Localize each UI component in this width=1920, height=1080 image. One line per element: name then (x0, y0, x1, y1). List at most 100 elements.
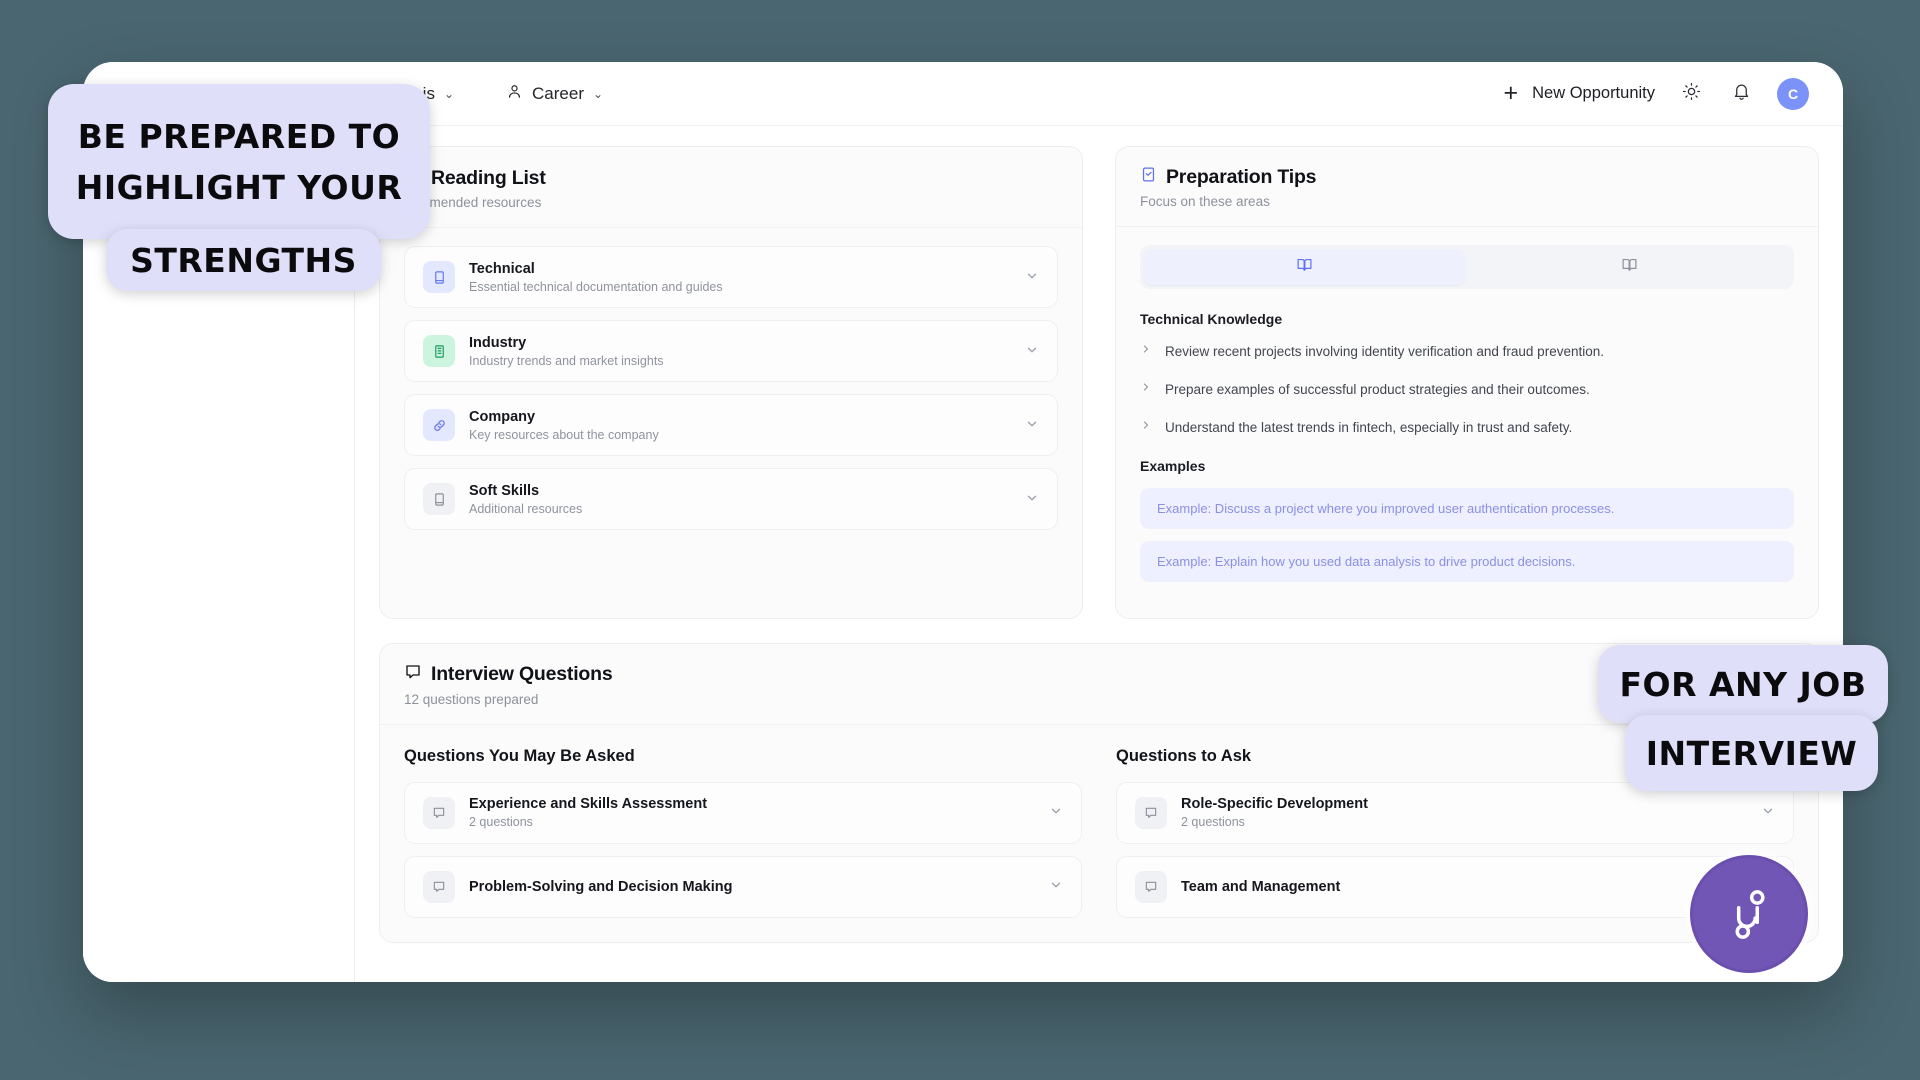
sticker-caption-bottom-line1: FOR ANY JOB (1598, 645, 1888, 723)
message-square-icon (404, 663, 422, 687)
preparation-tips-title: Preparation Tips (1166, 166, 1317, 188)
sticker-bottom-line-1: FOR ANY JOB (1619, 664, 1867, 704)
screenshot-stage: nalysis ⌄ Career ⌄ + New Opportunity (0, 0, 1920, 1080)
checklist-icon (1140, 166, 1157, 189)
interview-questions-subtitle: 12 questions prepared (404, 691, 539, 707)
sticker-caption-bottom-line2: INTERVIEW (1625, 715, 1878, 791)
reading-list-subtitle: commended resources (404, 195, 542, 210)
nav-career-label: Career (532, 83, 584, 103)
tip-text: Review recent projects involving identit… (1165, 344, 1604, 359)
watermark-logo (1690, 855, 1808, 973)
reading-list-header: Reading List commended resources (380, 147, 1082, 228)
chevron-down-icon[interactable] (1025, 343, 1039, 360)
question-group-name: Experience and Skills Assessment (469, 796, 708, 813)
chevron-down-icon[interactable] (1025, 269, 1039, 286)
chevron-down-icon: ⌄ (443, 86, 455, 101)
open-book-icon (1621, 256, 1638, 278)
interview-questions-title-row: Interview Questions (404, 663, 1794, 687)
preparation-tips-title-row: Preparation Tips (1140, 166, 1794, 189)
question-group-problem-solving[interactable]: Problem-Solving and Decision Making (404, 855, 1082, 918)
preparation-tips-subtitle: Focus on these areas (1140, 194, 1270, 209)
left-column-title: Questions You May Be Asked (404, 746, 635, 765)
question-group-count: 2 questions (469, 815, 533, 830)
question-group-name: Role-Specific Development (1181, 796, 1368, 813)
tip-text: Prepare examples of successful product s… (1165, 382, 1590, 398)
reading-list-item-desc: Key resources about the company (469, 427, 659, 442)
nav-item-career[interactable]: Career ⌄ (506, 83, 603, 105)
reading-list-item-desc: Essential technical documentation and gu… (469, 279, 723, 294)
tab-secondary[interactable] (1469, 249, 1790, 285)
new-opportunity-button[interactable]: + New Opportunity (1504, 81, 1656, 106)
interview-questions-body: Questions You May Be Asked Experience an… (380, 725, 1818, 942)
chevron-down-icon[interactable] (1025, 491, 1039, 508)
plus-icon: + (1503, 79, 1519, 107)
reading-list-item-technical[interactable]: Technical Essential technical documentat… (404, 246, 1058, 308)
questions-you-may-be-asked-column: Questions You May Be Asked Experience an… (404, 747, 1082, 918)
open-book-icon (1296, 256, 1313, 278)
reading-list-item-industry[interactable]: Industry Industry trends and market insi… (404, 320, 1058, 382)
tip-item[interactable]: Prepare examples of successful product s… (1140, 381, 1794, 399)
preparation-tips-header: Preparation Tips Focus on these areas (1116, 147, 1818, 227)
notifications-button[interactable] (1727, 80, 1755, 108)
reading-list-item-name: Company (469, 408, 536, 425)
building-icon (423, 335, 455, 367)
sticker-bottom-line-2: INTERVIEW (1645, 733, 1858, 773)
reading-list-item-text: Technical Essential technical documentat… (469, 261, 1011, 294)
sticker-top-line-3: STRENGTHS (130, 240, 357, 280)
book-icon (423, 483, 455, 515)
reading-list-item-name: Industry (469, 334, 527, 351)
tab-technical-knowledge[interactable] (1144, 249, 1465, 285)
nav-right-group: + New Opportunity C (1504, 77, 1809, 110)
reading-list-item-name: Soft Skills (469, 482, 540, 499)
chevron-right-icon (1140, 381, 1152, 397)
tip-item[interactable]: Understand the latest trends in fintech,… (1140, 419, 1794, 437)
theme-toggle-button[interactable] (1677, 80, 1705, 108)
avatar[interactable]: C (1777, 77, 1809, 110)
example-item[interactable]: Example: Discuss a project where you imp… (1140, 487, 1794, 529)
preparation-tips-tabs (1140, 245, 1794, 289)
chevron-down-icon[interactable] (1049, 878, 1063, 895)
question-group-text: Team and Management (1181, 879, 1747, 895)
reading-list-item-company[interactable]: Company Key resources about the company (404, 394, 1058, 456)
book-icon (423, 261, 455, 293)
chevron-right-icon (1140, 419, 1152, 435)
tip-text: Understand the latest trends in fintech,… (1165, 420, 1573, 436)
reading-list-title: Reading List (431, 166, 546, 189)
reading-list-item-soft-skills[interactable]: Soft Skills Additional resources (404, 468, 1058, 530)
reading-list-item-desc: Additional resources (469, 501, 583, 516)
question-group-name: Problem-Solving and Decision Making (469, 878, 733, 895)
reading-list-title-row: Reading List (404, 166, 1058, 190)
example-item[interactable]: Example: Explain how you used data analy… (1140, 540, 1794, 582)
main-content: Reading List commended resources Technic… (355, 126, 1843, 982)
preparation-tips-body: Technical Knowledge Review recent projec… (1116, 227, 1818, 618)
message-square-icon (423, 870, 455, 903)
chevron-down-icon[interactable] (1049, 804, 1063, 821)
reading-list-card: Reading List commended resources Technic… (379, 146, 1083, 619)
reading-list-item-text: Company Key resources about the company (469, 409, 1011, 442)
new-opportunity-label: New Opportunity (1532, 84, 1655, 102)
message-square-icon (1135, 796, 1167, 829)
chevron-down-icon: ⌄ (593, 86, 604, 101)
sticker-caption-top: BE PREPARED TO HIGHLIGHT YOUR (48, 84, 430, 239)
message-square-icon (423, 796, 455, 829)
sticker-top-line-1: BE PREPARED TO (77, 116, 401, 156)
question-group-experience[interactable]: Experience and Skills Assessment 2 quest… (404, 781, 1082, 844)
sticker-top-line-2: HIGHLIGHT YOUR (75, 167, 403, 207)
question-group-text: Problem-Solving and Decision Making (469, 879, 1035, 895)
question-group-count: 2 questions (1181, 815, 1245, 830)
message-square-icon (1135, 870, 1167, 903)
question-columns: Questions You May Be Asked Experience an… (404, 743, 1794, 918)
avatar-initial: C (1787, 85, 1799, 102)
chevron-down-icon[interactable] (1025, 417, 1039, 434)
chevron-down-icon[interactable] (1761, 804, 1775, 821)
sticker-caption-top-line3: STRENGTHS (106, 229, 381, 291)
chevron-right-icon (1140, 343, 1152, 359)
preparation-tips-card: Preparation Tips Focus on these areas Te… (1115, 146, 1819, 619)
reading-list-items: Technical Essential technical documentat… (380, 228, 1082, 554)
tip-item[interactable]: Review recent projects involving identit… (1140, 343, 1794, 361)
examples-label: Examples (1140, 457, 1206, 474)
tips-section-label: Technical Knowledge (1140, 311, 1283, 327)
sun-icon (1682, 82, 1701, 106)
question-group-name: Team and Management (1181, 878, 1341, 895)
link-icon (423, 409, 455, 441)
